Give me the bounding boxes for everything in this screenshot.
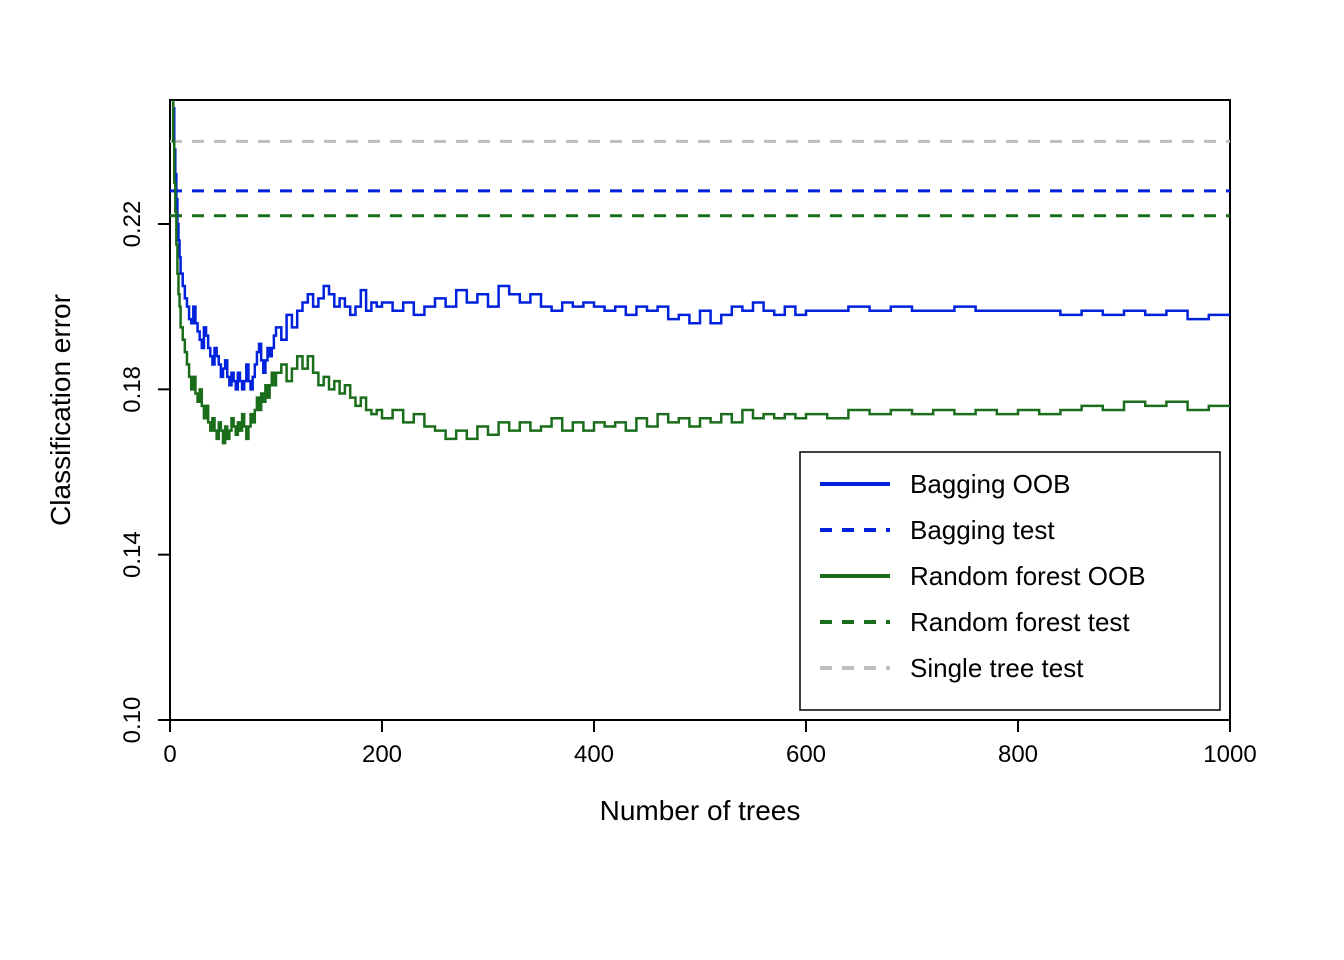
series-bagging-oob (171, 0, 1230, 389)
legend-label: Random forest test (910, 607, 1130, 637)
y-tick-label: 0.14 (119, 531, 146, 578)
x-tick-label: 1000 (1203, 741, 1256, 768)
x-tick-label: 600 (786, 741, 826, 768)
series-random-forest-oob (171, 0, 1230, 443)
legend-label: Random forest OOB (910, 561, 1146, 591)
y-tick-label: 0.10 (119, 697, 146, 744)
legend-label: Single tree test (910, 653, 1084, 683)
legend-label: Bagging test (910, 515, 1055, 545)
chart-container: 0 200 400 600 800 1000 0.10 0.14 0.18 0.22 Number … (0, 0, 1344, 960)
y-axis-label: Classification error (45, 294, 76, 526)
x-tick-label: 800 (998, 741, 1038, 768)
x-axis-label: Number of trees (600, 795, 801, 826)
y-tick-label: 0.22 (119, 201, 146, 248)
legend-label: Bagging OOB (910, 469, 1070, 499)
x-tick-label: 0 (163, 741, 176, 768)
x-tick-label: 200 (362, 741, 402, 768)
chart-svg: 0 200 400 600 800 1000 0.10 0.14 0.18 0.22 Number … (0, 0, 1344, 960)
y-tick-label: 0.18 (119, 366, 146, 413)
x-tick-label: 400 (574, 741, 614, 768)
